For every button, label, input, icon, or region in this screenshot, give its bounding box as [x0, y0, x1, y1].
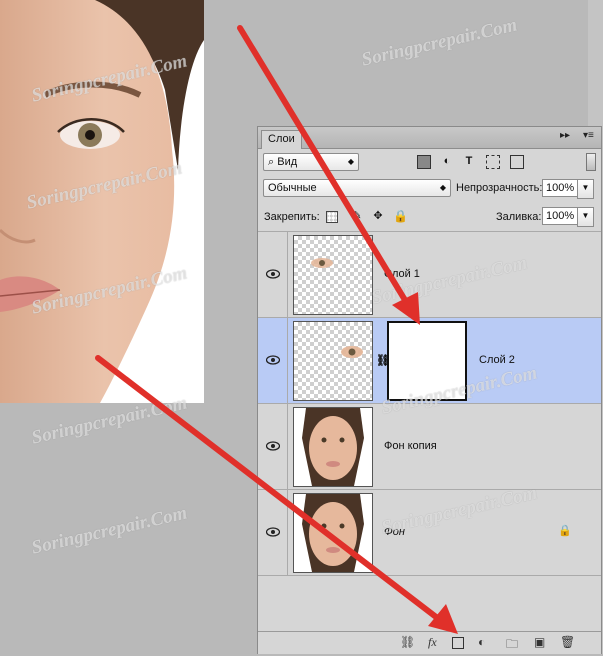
opacity-label: Непрозрачность:	[456, 182, 543, 194]
search-icon: ⌕	[268, 156, 275, 168]
layers-panel: Слои ▸▸ ▾≡ ⌕ Вид ◆ ◐ T Обычные ◆ Непрозр…	[257, 126, 602, 654]
filter-toggle-switch[interactable]	[586, 153, 596, 171]
layer-thumbnail	[293, 407, 373, 487]
lock-move-icon[interactable]: ✥	[371, 210, 385, 224]
fill-label: Заливка:	[496, 211, 542, 223]
link-layers-icon[interactable]: ⛓	[400, 635, 415, 649]
eye-icon	[266, 441, 280, 451]
watermark-text: Soringpcrepair.Com	[29, 502, 190, 559]
fill-value: 100%	[546, 210, 575, 222]
eye-icon	[266, 527, 280, 537]
layers-list: Слой 1 ⛓ Слой 2 Фон копия Фон 🔒	[258, 232, 601, 631]
layer-name[interactable]: Слой 2	[479, 354, 515, 366]
layer-row[interactable]: Слой 1	[258, 232, 601, 318]
visibility-toggle[interactable]	[258, 318, 288, 403]
layer-name[interactable]: Фон копия	[384, 440, 437, 452]
visibility-toggle[interactable]	[258, 232, 288, 317]
eye-icon	[266, 355, 280, 365]
layer-row[interactable]: Фон копия	[258, 404, 601, 490]
filter-kind-dropdown[interactable]: ⌕ Вид ◆	[263, 153, 359, 171]
blend-mode-dropdown[interactable]: Обычные ◆	[263, 179, 451, 197]
opacity-dropdown-button[interactable]: ▼	[577, 179, 594, 199]
panel-menu-icon[interactable]: ▾≡	[583, 130, 594, 141]
layer-thumbnail	[293, 493, 373, 573]
layer-row-selected[interactable]: ⛓ Слой 2	[258, 318, 601, 404]
tab-layers[interactable]: Слои	[261, 130, 302, 149]
new-group-icon[interactable]: 🗀	[506, 635, 518, 656]
eye-icon	[266, 269, 280, 279]
filter-kind-label: Вид	[277, 156, 298, 168]
lock-row: Закрепить: ✎ ✥ 🔒 Заливка: 100% ▼	[258, 203, 601, 232]
layer-row[interactable]: Фон 🔒	[258, 490, 601, 576]
canvas-image	[0, 0, 204, 403]
filter-type-icon[interactable]: T	[462, 155, 476, 169]
trash-icon[interactable]: 🗑	[560, 635, 575, 649]
filter-pixel-icon[interactable]	[417, 155, 431, 169]
layer-thumbnail	[293, 235, 373, 315]
layers-bottom-bar: ⛓ fx ◐ 🗀 ▣ 🗑	[258, 631, 601, 654]
filter-smart-object-icon[interactable]	[510, 155, 524, 169]
layer-mask-thumbnail[interactable]	[387, 321, 467, 401]
updown-arrow-icon: ◆	[439, 183, 446, 192]
lock-transparency-icon[interactable]	[326, 211, 338, 223]
visibility-toggle[interactable]	[258, 490, 288, 575]
collapse-panel-icon[interactable]: ▸▸	[560, 130, 570, 141]
layer-name[interactable]: Слой 1	[384, 268, 420, 280]
fx-button[interactable]: fx	[428, 635, 437, 650]
lock-label: Закрепить:	[264, 211, 320, 223]
panel-title-bar: Слои ▸▸ ▾≡	[258, 127, 601, 149]
lock-brush-icon[interactable]: ✎	[350, 210, 364, 224]
fill-dropdown-button[interactable]: ▼	[577, 207, 594, 227]
fill-input[interactable]: 100% ▼	[542, 207, 594, 227]
layer-name[interactable]: Фон	[384, 526, 405, 538]
layer-thumbnail	[293, 321, 373, 401]
add-mask-icon[interactable]	[452, 637, 464, 649]
updown-arrow-icon: ◆	[347, 157, 354, 166]
lock-all-icon[interactable]: 🔒	[393, 210, 408, 224]
opacity-input[interactable]: 100% ▼	[542, 179, 594, 199]
blend-row: Обычные ◆ Непрозрачность: 100% ▼	[258, 175, 601, 203]
filter-row: ⌕ Вид ◆ ◐ T	[258, 149, 601, 177]
layer-lock-icon: 🔒	[558, 525, 572, 537]
visibility-toggle[interactable]	[258, 404, 288, 489]
filter-shape-icon[interactable]	[486, 155, 500, 169]
new-layer-icon[interactable]: ▣	[534, 635, 545, 649]
filter-adjustment-icon[interactable]: ◐	[440, 155, 454, 169]
watermark-text: Soringpcrepair.Com	[359, 14, 520, 71]
blend-mode-value: Обычные	[268, 182, 317, 194]
adjustment-layer-icon[interactable]: ◐	[478, 635, 485, 649]
opacity-value: 100%	[546, 182, 575, 194]
